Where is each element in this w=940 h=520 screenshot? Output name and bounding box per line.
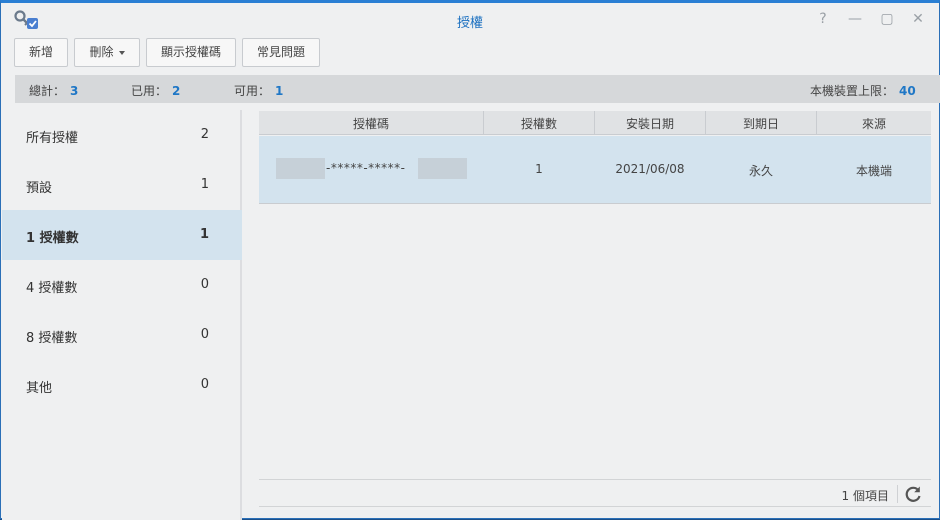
refresh-icon[interactable] (903, 484, 923, 504)
close-icon[interactable]: ✕ (909, 10, 927, 28)
sidebar-item-label: 預設 (26, 181, 53, 196)
limit-value: 40 (899, 84, 916, 98)
used-summary: 已用： 2 (131, 84, 181, 98)
sidebar-item-label: 4 授權數 (26, 281, 78, 296)
minimize-icon[interactable]: — (846, 10, 864, 28)
footer-divider (897, 485, 898, 503)
license-category-sidebar: 所有授權 2 預設 1 1 授權數 1 4 授權數 0 8 授權數 0 其他 0 (2, 110, 242, 520)
sidebar-item-count: 0 (200, 377, 209, 392)
sidebar-item-label: 1 授權數 (26, 231, 79, 246)
sidebar-item-count: 0 (200, 327, 209, 342)
sidebar-item-label: 8 授權數 (26, 331, 78, 346)
column-header-expiry[interactable]: 到期日 (706, 115, 816, 132)
sidebar-item-8-license[interactable]: 8 授權數 0 (2, 310, 242, 360)
table-row[interactable]: -*****-*****- 1 2021/06/08 永久 本機端 (259, 136, 931, 204)
grid-header: 授權碼 授權數 安裝日期 到期日 來源 (259, 111, 931, 135)
add-button[interactable]: 新增 (14, 38, 68, 67)
grid-footer: 1 個項目 (259, 479, 931, 507)
sidebar-item-1-license[interactable]: 1 授權數 1 (2, 210, 242, 260)
show-codes-label: 顯示授權碼 (160, 45, 221, 59)
source-cell: 本機端 (855, 164, 892, 178)
sidebar-item-4-license[interactable]: 4 授權數 0 (2, 260, 242, 310)
sidebar-item-count: 0 (200, 277, 209, 292)
sidebar-item-label: 其他 (26, 381, 53, 396)
faq-label: 常見問題 (256, 45, 305, 59)
window-title: 授權 (456, 16, 483, 31)
column-header-source[interactable]: 來源 (817, 115, 931, 132)
add-button-label: 新增 (28, 45, 53, 59)
sidebar-item-count: 1 (199, 227, 209, 242)
show-codes-button[interactable]: 顯示授權碼 (146, 38, 236, 67)
column-header-code[interactable]: 授權碼 (259, 115, 483, 132)
item-count: 1 個項目 (841, 489, 889, 503)
delete-button-label: 刪除 (89, 45, 114, 59)
license-count-cell: 1 (535, 162, 543, 176)
total-value: 3 (70, 84, 79, 98)
license-code: -*****-*****- (326, 161, 406, 175)
sidebar-item-other[interactable]: 其他 0 (2, 360, 242, 410)
summary-bar: 總計： 3 已用： 2 可用： 1 本機裝置上限： 40 (15, 75, 940, 103)
available-value: 1 (275, 84, 284, 98)
total-summary: 總計： 3 (29, 84, 79, 98)
column-header-install-date[interactable]: 安裝日期 (595, 115, 705, 132)
used-value: 2 (172, 84, 181, 98)
chevron-down-icon (118, 50, 125, 55)
column-header-licenses[interactable]: 授權數 (484, 115, 594, 132)
help-icon[interactable]: ? (814, 10, 832, 28)
available-summary: 可用： 1 (234, 84, 284, 98)
faq-button[interactable]: 常見問題 (242, 38, 320, 67)
sidebar-item-default[interactable]: 預設 1 (2, 160, 242, 210)
install-date-cell: 2021/06/08 (615, 162, 685, 176)
sidebar-item-count: 1 (200, 177, 209, 192)
masked-code-segment (276, 158, 325, 179)
license-window: 授權 ? — ▢ ✕ 新增 刪除 顯示授權碼 常見問題 總計： 3 已用： 2 可用… (0, 0, 940, 520)
sidebar-item-label: 所有授權 (26, 131, 79, 146)
masked-code-segment (418, 158, 467, 179)
sidebar-item-count: 2 (200, 127, 209, 142)
expiry-cell: 永久 (748, 164, 773, 178)
title-bar: 授權 ? — ▢ ✕ (1, 3, 939, 35)
limit-summary: 本機裝置上限： 40 (810, 84, 916, 98)
maximize-icon[interactable]: ▢ (878, 10, 896, 28)
delete-button[interactable]: 刪除 (74, 38, 140, 67)
sidebar-item-all[interactable]: 所有授權 2 (2, 110, 242, 160)
